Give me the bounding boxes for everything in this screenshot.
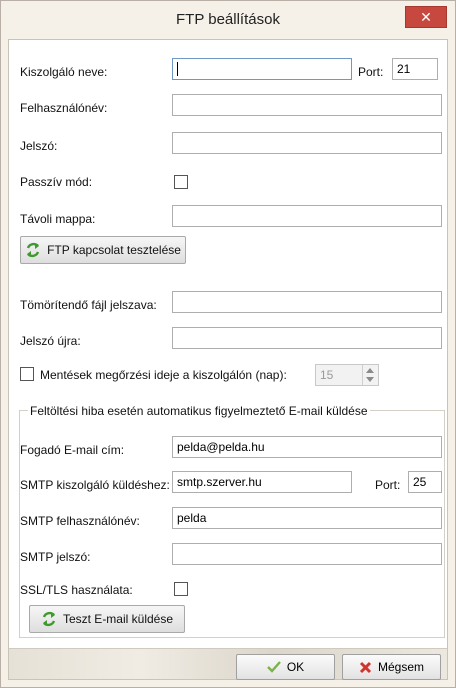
button-bar: OK Mégsem xyxy=(9,648,447,680)
username-input[interactable] xyxy=(172,94,442,116)
window-title: FTP beállítások xyxy=(176,11,280,28)
close-icon: ✕ xyxy=(420,9,432,25)
passive-mode-label: Passzív mód: xyxy=(20,175,93,189)
server-name-label: Kiszolgáló neve: xyxy=(20,65,108,79)
text-caret xyxy=(177,62,178,76)
cancel-label: Mégsem xyxy=(377,660,424,674)
email-alert-group-title: Feltöltési hiba esetén automatikus figye… xyxy=(28,404,370,418)
smtp-port-label: Port: xyxy=(375,478,401,492)
ok-label: OK xyxy=(286,660,305,674)
retention-days-spinbox[interactable]: 15 xyxy=(315,364,379,386)
spin-down-icon[interactable] xyxy=(366,377,374,382)
recipient-email-input[interactable]: pelda@pelda.hu xyxy=(172,436,442,458)
refresh-icon xyxy=(42,611,56,627)
refresh-icon xyxy=(26,242,40,258)
port-input[interactable]: 21 xyxy=(392,58,438,80)
archive-password-label: Tömörítendő fájl jelszava: xyxy=(20,298,157,312)
cancel-button[interactable]: Mégsem xyxy=(342,654,441,680)
ssl-tls-label: SSL/TLS használata: xyxy=(20,583,133,597)
test-email-button[interactable]: Teszt E-mail küldése xyxy=(29,605,185,633)
ok-button[interactable]: OK xyxy=(236,654,335,680)
password-label: Jelszó: xyxy=(20,139,58,153)
spin-up-icon[interactable] xyxy=(366,368,374,373)
port-label: Port: xyxy=(358,65,384,79)
check-icon xyxy=(266,661,281,673)
close-button[interactable]: ✕ xyxy=(405,6,447,28)
x-icon xyxy=(359,661,372,673)
smtp-server-label: SMTP kiszolgáló küldéshez: xyxy=(20,478,170,492)
smtp-password-label: SMTP jelszó: xyxy=(20,550,91,564)
ftp-settings-dialog: FTP beállítások ✕ Kiszolgáló neve: Port:… xyxy=(0,0,456,688)
remote-folder-label: Távoli mappa: xyxy=(20,212,96,226)
archive-password-input[interactable] xyxy=(172,291,442,313)
retention-label: Mentések megőrzési ideje a kiszolgálón (… xyxy=(40,368,287,382)
ssl-tls-checkbox[interactable] xyxy=(174,582,188,596)
server-name-input[interactable] xyxy=(172,58,352,80)
spin-arrows[interactable] xyxy=(362,365,378,385)
retention-checkbox[interactable] xyxy=(20,367,34,381)
retention-days-value: 15 xyxy=(320,368,334,382)
smtp-port-input[interactable]: 25 xyxy=(408,471,442,493)
smtp-password-input[interactable] xyxy=(172,543,442,565)
username-label: Felhasználónév: xyxy=(20,101,108,115)
dialog-body: Kiszolgáló neve: Port: 21 Felhasználónév… xyxy=(8,39,448,680)
smtp-username-label: SMTP felhasználónév: xyxy=(20,514,140,528)
passive-mode-checkbox[interactable] xyxy=(174,175,188,189)
remote-folder-input[interactable] xyxy=(172,205,442,227)
password-again-label: Jelszó újra: xyxy=(20,334,81,348)
test-ftp-button-label: FTP kapcsolat tesztelése xyxy=(47,243,181,257)
smtp-username-input[interactable]: pelda xyxy=(172,507,442,529)
password-again-input[interactable] xyxy=(172,327,442,349)
test-ftp-connection-button[interactable]: FTP kapcsolat tesztelése xyxy=(20,236,186,264)
password-input[interactable] xyxy=(172,132,442,154)
smtp-server-input[interactable]: smtp.szerver.hu xyxy=(172,471,352,493)
title-bar: FTP beállítások ✕ xyxy=(1,1,455,39)
test-email-button-label: Teszt E-mail küldése xyxy=(62,612,174,626)
recipient-email-label: Fogadó E-mail cím: xyxy=(20,443,125,457)
